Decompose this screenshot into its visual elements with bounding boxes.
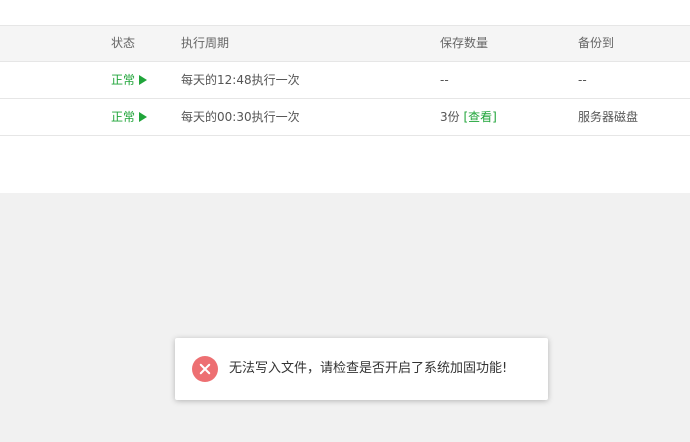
keep-count-cell: -- — [440, 73, 449, 87]
error-icon — [192, 356, 218, 382]
backup-target-cell: 服务器磁盘 — [578, 110, 639, 124]
task-list-panel: 状态 执行周期 保存数量 备份到 正常 每天的12:48执行一次 -- -- 正… — [0, 0, 690, 193]
header-status: 状态 — [111, 36, 136, 50]
play-icon[interactable] — [139, 112, 148, 122]
table-row: 正常 每天的12:48执行一次 -- -- — [0, 62, 690, 99]
table-header: 状态 执行周期 保存数量 备份到 — [0, 25, 690, 62]
keep-count-value: 3份 — [440, 110, 460, 124]
cycle-cell: 每天的12:48执行一次 — [181, 73, 300, 87]
status-toggle[interactable]: 正常 — [111, 110, 135, 124]
header-cycle: 执行周期 — [181, 36, 230, 50]
header-backup-target: 备份到 — [578, 36, 615, 50]
status-toggle[interactable]: 正常 — [111, 73, 135, 87]
play-icon[interactable] — [139, 75, 148, 85]
error-toast: 无法写入文件，请检查是否开启了系统加固功能! — [175, 338, 548, 400]
status-cell: 正常 — [111, 99, 148, 135]
cycle-cell: 每天的00:30执行一次 — [181, 110, 300, 124]
view-backups-link[interactable]: [查看] — [463, 110, 496, 124]
toast-message: 无法写入文件，请检查是否开启了系统加固功能! — [229, 361, 508, 376]
status-cell: 正常 — [111, 62, 148, 98]
task-table: 状态 执行周期 保存数量 备份到 正常 每天的12:48执行一次 -- -- 正… — [0, 25, 690, 136]
table-row: 正常 每天的00:30执行一次 3份 [查看] 服务器磁盘 — [0, 99, 690, 136]
header-keep-count: 保存数量 — [440, 36, 489, 50]
backup-target-cell: -- — [578, 73, 587, 87]
keep-count-cell: 3份 [查看] — [440, 99, 497, 135]
